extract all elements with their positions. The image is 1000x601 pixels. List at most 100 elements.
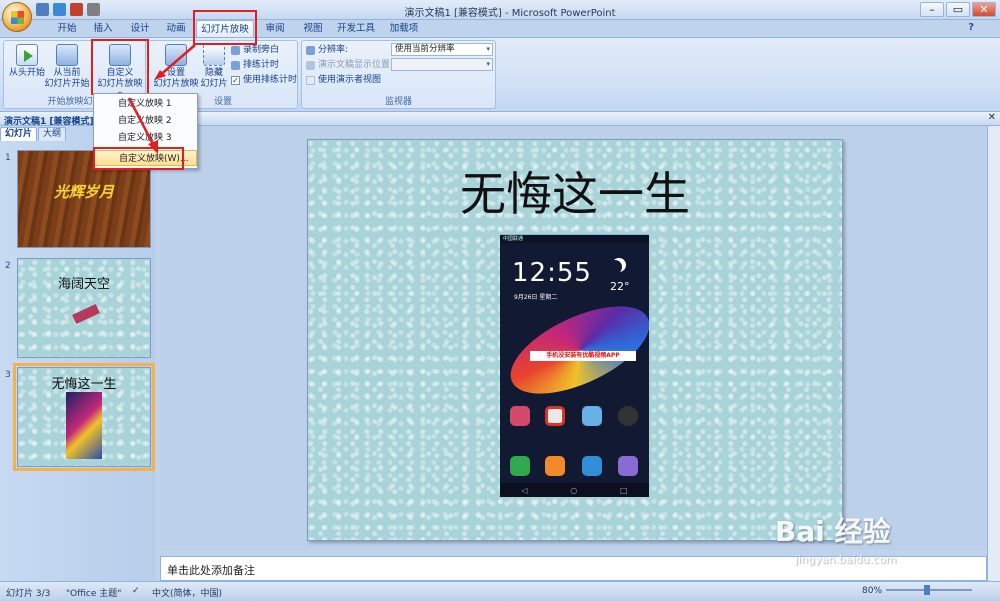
record-label: 录制旁白 bbox=[243, 45, 280, 55]
group-monitors-label: 监视器 bbox=[384, 97, 412, 107]
office-button[interactable] bbox=[2, 2, 32, 32]
tab-design[interactable]: 设计 bbox=[125, 20, 155, 37]
hide-slide-icon bbox=[203, 44, 225, 66]
presenter-view-label: 使用演示者视图 bbox=[318, 75, 382, 85]
highlight-box-menu-item bbox=[93, 147, 184, 170]
browser-icon bbox=[618, 456, 638, 476]
contacts-icon bbox=[545, 456, 565, 476]
slide-thumbnail[interactable]: 海阔天空 bbox=[17, 258, 151, 358]
home-icon: ○ bbox=[570, 485, 578, 495]
resolution-select[interactable]: 使用当前分辨率 ▾ bbox=[391, 43, 493, 56]
microphone-icon bbox=[231, 45, 240, 55]
maximize-button[interactable]: ▭ bbox=[946, 2, 970, 17]
tab-developer[interactable]: 开发工具 bbox=[334, 20, 378, 37]
slide-title[interactable]: 无悔这一生 bbox=[307, 158, 843, 224]
slide-image bbox=[72, 303, 100, 325]
chevron-down-icon: ▾ bbox=[486, 60, 490, 68]
record-narration-button[interactable]: 录制旁白 bbox=[231, 44, 279, 56]
hide-slide-button[interactable]: 隐藏 幻灯片 bbox=[199, 43, 229, 93]
tab-addins[interactable]: 加载项 bbox=[386, 20, 422, 37]
use-timings-check[interactable]: ✓ bbox=[231, 75, 240, 85]
resolution-value: 使用当前分辨率 bbox=[395, 44, 455, 54]
presenter-view-check[interactable] bbox=[306, 75, 315, 85]
tab-slides[interactable]: 幻灯片 bbox=[0, 127, 38, 141]
presenter-view-checkbox[interactable]: 使用演示者视图 bbox=[306, 74, 381, 86]
office-logo-icon bbox=[11, 11, 24, 24]
from-current-button[interactable]: 从当前 幻灯片开始 bbox=[42, 43, 92, 93]
status-theme: "Office 主题" bbox=[66, 589, 122, 599]
app-folder-icon bbox=[510, 406, 530, 426]
screen-icon bbox=[56, 44, 78, 66]
spellcheck-icon[interactable]: ✓ bbox=[132, 586, 140, 596]
phone-status-bar: 中国联通 bbox=[500, 234, 649, 243]
slide-number: 1 bbox=[5, 153, 11, 163]
recents-icon: □ bbox=[620, 485, 628, 495]
show-on-select[interactable]: ▾ bbox=[391, 58, 493, 71]
tab-review[interactable]: 审阅 bbox=[260, 20, 290, 37]
tab-view[interactable]: 视图 bbox=[298, 20, 328, 37]
slide-phone-screenshot[interactable]: 中国联通 12:55 22° 9月26日 星期二 手机没安装有优酷视频APP ◁… bbox=[500, 234, 649, 497]
show-on-label: 演示文稿显示位置: bbox=[318, 60, 394, 70]
tab-home[interactable]: 开始 bbox=[52, 20, 82, 37]
play-icon bbox=[16, 44, 38, 66]
status-slide-count: 幻灯片 3/3 bbox=[6, 589, 51, 599]
customize-qat-icon[interactable] bbox=[87, 3, 100, 16]
redo-icon[interactable] bbox=[70, 3, 83, 16]
help-icon[interactable]: ? bbox=[968, 22, 974, 33]
setup-icon bbox=[165, 44, 187, 66]
slide-number: 3 bbox=[5, 370, 11, 380]
tab-insert[interactable]: 插入 bbox=[88, 20, 118, 37]
messages-icon bbox=[582, 456, 602, 476]
status-language: 中文(简体，中国) bbox=[152, 589, 223, 599]
clock-icon bbox=[231, 60, 240, 70]
phone-temperature: 22° bbox=[610, 280, 630, 293]
slide-thumbnail-selected[interactable]: 无悔这一生 bbox=[13, 363, 155, 471]
phone-clock: 12:55 bbox=[512, 258, 592, 288]
phone-ad-banner: 手机没安装有优酷视频APP bbox=[530, 351, 636, 361]
group-monitors: 分辨率: 使用当前分辨率 ▾ 演示文稿显示位置: ▾ 使用演示者视图 监视器 bbox=[301, 40, 496, 109]
use-timings-checkbox[interactable]: ✓ 使用排练计时 bbox=[231, 74, 297, 86]
close-button[interactable]: ✕ bbox=[972, 2, 996, 17]
tab-outline[interactable]: 大纲 bbox=[38, 127, 67, 141]
vertical-scrollbar[interactable] bbox=[987, 126, 1000, 581]
setup-show-button[interactable]: 设置 幻灯片放映 bbox=[151, 43, 201, 93]
pane-tabs: 幻灯片 大纲 bbox=[0, 127, 67, 141]
quick-access-toolbar bbox=[36, 3, 100, 17]
phone-icon bbox=[510, 456, 530, 476]
close-document-icon[interactable]: ✕ bbox=[988, 112, 996, 123]
from-current-label-2: 幻灯片开始 bbox=[44, 79, 90, 89]
menu-item-custom-show-1[interactable]: 自定义放映 1 bbox=[94, 96, 197, 112]
setup-label-2: 幻灯片放映 bbox=[153, 79, 199, 89]
slide-number: 2 bbox=[5, 261, 11, 271]
save-icon[interactable] bbox=[36, 3, 49, 16]
zoom-slider-thumb[interactable] bbox=[924, 585, 930, 595]
huawei-store-icon bbox=[545, 406, 565, 426]
menu-item-custom-show-3[interactable]: 自定义放映 3 bbox=[94, 130, 197, 146]
highlight-box-custom bbox=[91, 39, 149, 95]
window-title: 演示文稿1 [兼容模式] - Microsoft PowerPoint bbox=[404, 8, 616, 19]
resolution-label-row: 分辨率: bbox=[306, 44, 348, 56]
highlight-box-tab bbox=[193, 10, 257, 45]
resolution-label: 分辨率: bbox=[318, 45, 349, 55]
undo-icon[interactable] bbox=[53, 3, 66, 16]
slide-thumbnail-title: 海阔天空 bbox=[57, 277, 110, 292]
resolution-icon bbox=[306, 45, 315, 55]
hide-label-2: 幻灯片 bbox=[200, 79, 228, 89]
slide-thumbnail-title: 光辉岁月 bbox=[53, 183, 114, 201]
phone-wallpaper bbox=[500, 288, 649, 412]
rehearse-label: 排练计时 bbox=[243, 60, 280, 70]
rehearse-timings-button[interactable]: 排练计时 bbox=[231, 59, 279, 71]
tab-animations[interactable]: 动画 bbox=[161, 20, 191, 37]
menu-item-custom-show-2[interactable]: 自定义放映 2 bbox=[94, 113, 197, 129]
status-zoom[interactable]: 80% bbox=[862, 586, 882, 596]
minimize-button[interactable]: – bbox=[920, 2, 944, 17]
camera-icon bbox=[618, 406, 638, 426]
phone-date: 9月26日 星期二 bbox=[514, 294, 558, 301]
slide-thumbnail-title: 无悔这一生 bbox=[51, 377, 117, 392]
show-on-label-row: 演示文稿显示位置: bbox=[306, 59, 393, 71]
hide-label-1: 隐藏 bbox=[204, 68, 223, 78]
use-timings-label: 使用排练计时 bbox=[243, 75, 298, 85]
slide-image bbox=[66, 392, 102, 459]
from-current-label-1: 从当前 bbox=[53, 68, 81, 78]
notes-placeholder: 单击此处添加备注 bbox=[167, 564, 255, 577]
